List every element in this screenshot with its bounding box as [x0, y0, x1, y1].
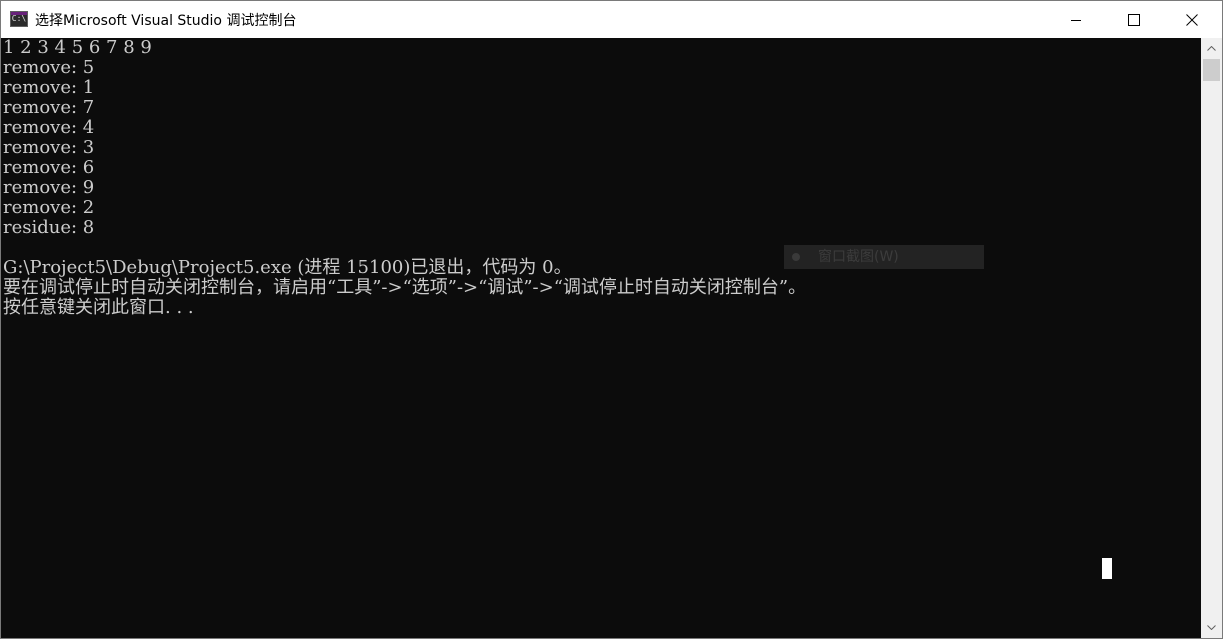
- console-line: remove: 1: [3, 77, 95, 98]
- console-line: remove: 3: [3, 137, 95, 158]
- console-line: residue: 8: [3, 217, 95, 238]
- window-screenshot-menu-item[interactable]: 窗口截图(W): [784, 245, 984, 269]
- console-line: remove: 6: [3, 157, 95, 178]
- console-line: 要在调试停止时自动关闭控制台，请启用“工具”->“选项”->“调试”->“调试停…: [3, 277, 807, 298]
- scroll-up-button[interactable]: [1201, 40, 1222, 57]
- console-output-area[interactable]: 1 2 3 4 5 6 7 8 9 remove: 5 remove: 1 re…: [1, 38, 1201, 638]
- console-line: G:\Project5\Debug\Project5.exe (进程 15100…: [3, 257, 572, 278]
- chevron-up-icon: [1207, 46, 1216, 51]
- title-bar[interactable]: C:\ 选择Microsoft Visual Studio 调试控制台: [1, 1, 1222, 38]
- app-icon-glyph: C:\: [11, 14, 27, 23]
- console-line: 按任意键关闭此窗口. . .: [3, 297, 194, 318]
- console-line: remove: 5: [3, 57, 95, 78]
- console-line: remove: 2: [3, 197, 95, 218]
- window-screenshot-label: 窗口截图(W): [818, 249, 899, 265]
- console-line: 1 2 3 4 5 6 7 8 9: [3, 37, 152, 58]
- minimize-icon: [1071, 19, 1081, 21]
- scroll-thumb[interactable]: [1203, 59, 1220, 81]
- text-cursor: [1102, 558, 1112, 579]
- console-app-icon: C:\: [10, 11, 28, 27]
- minimize-button[interactable]: [1047, 1, 1105, 38]
- console-window: C:\ 选择Microsoft Visual Studio 调试控制台 1 2 …: [0, 0, 1223, 639]
- maximize-button[interactable]: [1105, 1, 1163, 38]
- window-title: 选择Microsoft Visual Studio 调试控制台: [35, 13, 297, 29]
- chevron-down-icon: [1207, 625, 1216, 630]
- console-line: remove: 9: [3, 177, 95, 198]
- radio-dot-icon: [792, 253, 800, 261]
- close-button[interactable]: [1163, 1, 1221, 38]
- close-icon: [1186, 13, 1198, 26]
- console-line: remove: 7: [3, 97, 95, 118]
- vertical-scrollbar[interactable]: [1201, 38, 1222, 638]
- scroll-down-button[interactable]: [1201, 619, 1222, 636]
- maximize-icon: [1128, 13, 1140, 26]
- console-line: remove: 4: [3, 117, 95, 138]
